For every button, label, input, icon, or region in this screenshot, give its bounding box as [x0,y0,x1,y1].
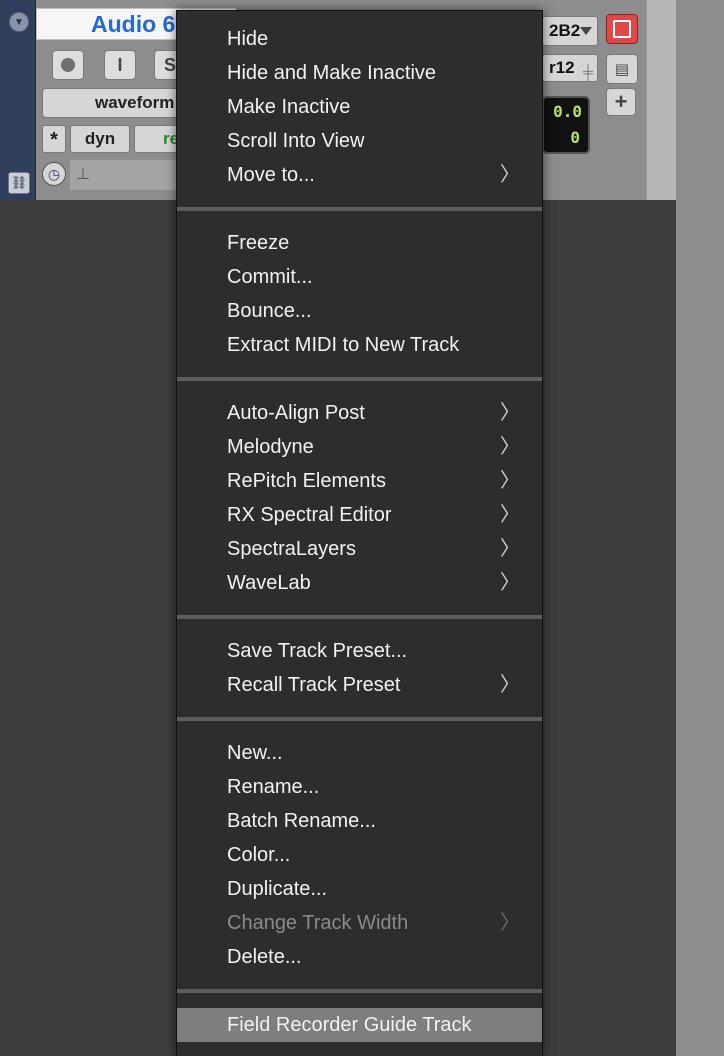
menu-item-label: Commit... [227,266,313,288]
comments-icon[interactable]: ▤ [606,54,638,84]
menu-item-batch-rename[interactable]: Batch Rename... [177,804,542,838]
menu-separator [177,702,542,736]
menu-item-freeze[interactable]: Freeze [177,226,542,260]
menu-item-spectralayers[interactable]: SpectraLayers 〉 [177,532,542,566]
menu-item-label: Batch Rename... [227,810,376,832]
voice-label: r12 [549,58,575,77]
menu-item-melodyne[interactable]: Melodyne 〉 [177,430,542,464]
menu-item-label: Melodyne [227,436,314,458]
menu-item-label: Change Track Width [227,912,409,934]
menu-item-save-track-preset[interactable]: Save Track Preset... [177,634,542,668]
menu-item-hide-and-make-inactive[interactable]: Hide and Make Inactive [177,56,542,90]
menu-item-label: Field Recorder Guide Track [227,1014,472,1036]
menu-item-label: Bounce... [227,300,312,322]
submenu-chevron-icon: 〉 [500,572,520,594]
link-icon[interactable]: ⛓ [8,172,30,194]
submenu-chevron-icon: 〉 [500,402,520,424]
volume-readout: 0.0 [553,102,582,121]
menu-separator [177,362,542,396]
menu-item-label: Color... [227,844,291,866]
menu-item-label: Auto-Align Post [227,402,365,424]
menu-item-label: Move to... [227,164,315,186]
menu-item-change-track-width: Change Track Width 〉 [177,906,542,940]
fader-icon: ╪ [583,64,593,80]
ruler-strip [646,0,676,200]
menu-item-auto-align-post[interactable]: Auto-Align Post 〉 [177,396,542,430]
submenu-chevron-icon: 〉 [500,436,520,458]
menu-item-label: RePitch Elements [227,470,386,492]
menu-item-label: Rename... [227,776,320,798]
stop-icon[interactable] [606,14,638,44]
menu-item-duplicate[interactable]: Duplicate... [177,872,542,906]
input-monitor-button[interactable]: I [104,50,136,80]
volume-pan-display[interactable]: 0.0 0 [542,96,590,154]
dyn-button[interactable]: dyn [70,125,130,153]
record-enable-button[interactable] [52,50,84,80]
submenu-chevron-icon: 〉 [500,470,520,492]
menu-item-label: SpectraLayers [227,538,356,560]
submenu-chevron-icon: 〉 [500,674,520,696]
menu-item-label: New... [227,742,283,764]
menu-item-rx-spectral-editor[interactable]: RX Spectral Editor 〉 [177,498,542,532]
menu-separator [177,974,542,1008]
menu-item-label: Duplicate... [227,878,328,900]
vertical-scrollbar[interactable] [676,0,724,1056]
track-context-menu: Hide Hide and Make Inactive Make Inactive S… [176,10,543,1056]
menu-item-label: Recall Track Preset [227,674,401,696]
add-icon[interactable]: + [606,88,636,116]
pan-readout: 0 [570,128,580,147]
menu-item-move-to[interactable]: Move to... 〉 [177,158,542,192]
menu-item-color[interactable]: Color... [177,838,542,872]
output-selector[interactable]: 2B2 [542,16,598,46]
menu-item-wavelab[interactable]: WaveLab 〉 [177,566,542,600]
menu-item-field-recorder-guide-track[interactable]: Field Recorder Guide Track [177,1008,542,1042]
menu-item-label: Scroll Into View [227,130,365,152]
menu-item-bounce[interactable]: Bounce... [177,294,542,328]
menu-item-recall-track-preset[interactable]: Recall Track Preset 〉 [177,668,542,702]
menu-item-label: WaveLab [227,572,311,594]
menu-item-label: Hide [227,28,269,50]
menu-item-scroll-into-view[interactable]: Scroll Into View [177,124,542,158]
menu-item-label: RX Spectral Editor [227,504,392,526]
menu-item-extract-midi-to-new-track[interactable]: Extract MIDI to New Track [177,328,542,362]
submenu-chevron-icon: 〉 [500,504,520,526]
menu-item-hide[interactable]: Hide [177,22,542,56]
menu-item-new[interactable]: New... [177,736,542,770]
menu-item-label: Extract MIDI to New Track [227,334,460,356]
menu-item-repitch-elements[interactable]: RePitch Elements 〉 [177,464,542,498]
timebase-icon[interactable]: ◷ [42,162,66,186]
menu-item-label: Hide and Make Inactive [227,62,437,84]
menu-item-label: Delete... [227,946,302,968]
menu-separator [177,600,542,634]
voice-selector[interactable]: r12 ╪ [542,54,598,82]
elastic-audio-button[interactable]: * [42,125,66,153]
track-left-strip: ▼ ⛓ [0,0,36,200]
submenu-chevron-icon: 〉 [500,538,520,560]
menu-item-label: Save Track Preset... [227,640,408,662]
menu-item-delete[interactable]: Delete... [177,940,542,974]
menu-item-label: Make Inactive [227,96,351,118]
track-collapse-icon[interactable]: ▼ [9,12,29,32]
menu-item-rename[interactable]: Rename... [177,770,542,804]
submenu-chevron-icon: 〉 [500,912,520,934]
menu-item-commit[interactable]: Commit... [177,260,542,294]
menu-item-label: Freeze [227,232,290,254]
menu-item-make-inactive[interactable]: Make Inactive [177,90,542,124]
submenu-chevron-icon: 〉 [500,164,520,186]
menu-separator [177,192,542,226]
